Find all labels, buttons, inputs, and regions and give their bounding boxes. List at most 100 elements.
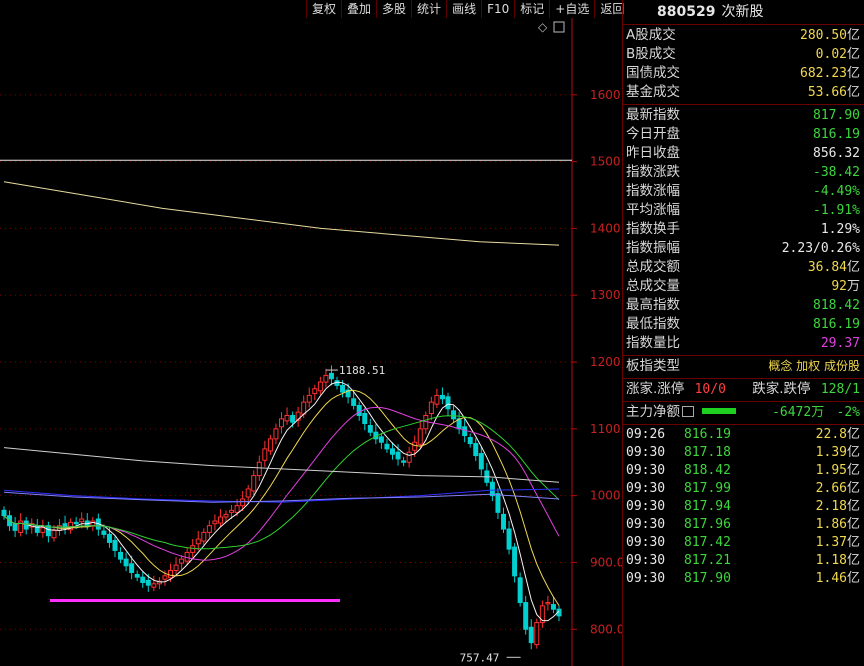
- tick-time: 09:26: [626, 427, 666, 442]
- tick-price: 817.94: [684, 499, 731, 514]
- turnover-unit: 亿: [846, 66, 860, 81]
- tick-unit: 亿: [846, 427, 860, 442]
- tick-volume: 1.39亿: [815, 445, 860, 460]
- tick-volume: 1.95亿: [815, 463, 860, 478]
- toolbar-button-4[interactable]: 画线: [446, 0, 481, 18]
- kline-chart[interactable]: 1600 1500 1400 1300 1200 1100 1000 900.0 800.0 ◇ 1…: [0, 18, 622, 666]
- tick-price: 817.18: [684, 445, 731, 460]
- stat-value: 36.84亿: [807, 260, 860, 275]
- tick-row: 09:30 817.42 1.37亿: [623, 534, 864, 552]
- sector-label: 板指类型: [626, 358, 680, 374]
- tick-volume: 1.46亿: [815, 571, 860, 586]
- stat-unit: 亿: [846, 260, 860, 275]
- stat-row: 总成交额 36.84亿: [623, 258, 864, 277]
- candle-body: [273, 428, 279, 440]
- list-icon[interactable]: [682, 406, 694, 417]
- tick-row: 09:30 817.18 1.39亿: [623, 444, 864, 462]
- candle-body: [79, 518, 85, 523]
- stat-row: 最高指数 818.42: [623, 296, 864, 315]
- toolbar-button-1[interactable]: 叠加: [341, 0, 376, 18]
- candle-body: [367, 425, 373, 433]
- candle-body: [262, 448, 268, 461]
- toolbar-button-6[interactable]: 标记: [514, 0, 549, 18]
- candle-body: [267, 438, 273, 452]
- candle-body: [351, 398, 357, 406]
- candle-body: [101, 530, 107, 535]
- candle-body: [206, 525, 212, 533]
- stat-value: 818.42: [813, 298, 860, 313]
- candle-body: [279, 418, 284, 428]
- tick-price: 816.19: [684, 427, 731, 442]
- turnover-value: 53.66亿: [807, 85, 860, 100]
- capital-group: 主力净额 -6472万 -2%: [623, 401, 864, 424]
- candle-body: [168, 569, 173, 579]
- turnover-value: 682.23亿: [800, 66, 860, 81]
- candle-body: [251, 475, 257, 492]
- toolbar-button-0[interactable]: 复权: [306, 0, 341, 18]
- stat-value: 816.19: [813, 317, 860, 332]
- stat-row: 昨日收盘 856.32: [623, 144, 864, 163]
- stat-row: 最新指数 817.90: [623, 106, 864, 125]
- breadth-up-label: 涨家.涨停: [626, 381, 685, 397]
- sector-value[interactable]: 概念 加权 成份股: [768, 357, 860, 376]
- toolbar-button-2[interactable]: 多股: [376, 0, 411, 18]
- stat-row: 指数量比 29.37: [623, 334, 864, 353]
- tick-price: 818.42: [684, 463, 731, 478]
- candle-body: [451, 410, 457, 420]
- toolbar-button-5[interactable]: F10: [481, 0, 514, 18]
- candle-body: [234, 505, 240, 513]
- candle-body: [51, 529, 57, 539]
- candle-body: [378, 436, 384, 443]
- candle-body: [390, 448, 395, 455]
- candle-body: [517, 577, 523, 604]
- tick-row: 09:30 817.99 2.66亿: [623, 480, 864, 498]
- candle-body: [412, 441, 418, 451]
- candle-body: [428, 401, 434, 414]
- breadth-down-value: 128/1: [820, 382, 860, 397]
- turnover-row: 基金成交 53.66亿: [623, 83, 864, 102]
- candle-body: [462, 426, 468, 437]
- candle-body: [312, 388, 318, 394]
- candle-body: [134, 573, 140, 578]
- stat-label: 平均涨幅: [626, 202, 680, 218]
- stat-value: -1.91%: [813, 203, 860, 218]
- capital-label: 主力净额: [626, 404, 680, 420]
- stat-row: 今日开盘 816.19: [623, 125, 864, 144]
- tick-row: 09:30 817.21 1.18亿: [623, 552, 864, 570]
- candle-body: [140, 576, 146, 583]
- turnover-label: A股成交: [626, 27, 676, 43]
- turnover-unit: 亿: [846, 85, 860, 100]
- tick-price: 817.21: [684, 553, 731, 568]
- candle-body: [534, 622, 540, 646]
- tick-list: 09:26 816.19 22.8亿 09:30 817.18 1.39亿 09:30 818…: [623, 424, 864, 590]
- stat-value: 856.32: [813, 146, 860, 161]
- candle-body: [362, 412, 368, 425]
- capital-value: -6472万: [772, 405, 825, 420]
- stat-value: 1.29%: [820, 222, 860, 237]
- candle-body: [129, 563, 135, 573]
- turnover-row: 国债成交 682.23亿: [623, 64, 864, 83]
- tick-time: 09:30: [626, 463, 666, 478]
- stat-row: 指数振幅 2.23/0.26%: [623, 239, 864, 258]
- candle-body: [201, 531, 207, 542]
- candle-body: [173, 564, 179, 571]
- candle-body: [467, 437, 473, 445]
- stat-value: 29.37: [820, 336, 860, 351]
- toolbar-button-3[interactable]: 统计: [411, 0, 446, 18]
- candle-body: [229, 509, 235, 513]
- candle-body: [195, 538, 201, 545]
- y-tick-label: 900.0: [590, 555, 622, 569]
- turnover-value: 280.50亿: [800, 28, 860, 43]
- y-tick-label: 800.0: [590, 622, 622, 636]
- turnover-unit: 亿: [846, 28, 860, 43]
- tick-volume: 1.18亿: [815, 553, 860, 568]
- candle-body: [495, 493, 501, 513]
- candle-body: [145, 579, 151, 586]
- turnover-value: 0.02亿: [815, 47, 860, 62]
- stat-row: 指数涨幅 -4.49%: [623, 182, 864, 201]
- toolbar-button-7[interactable]: +自选: [549, 0, 594, 18]
- diamond-icon: ◇: [538, 20, 548, 34]
- candle-body: [434, 394, 440, 405]
- turnover-label: B股成交: [626, 46, 676, 62]
- tick-unit: 亿: [846, 481, 860, 496]
